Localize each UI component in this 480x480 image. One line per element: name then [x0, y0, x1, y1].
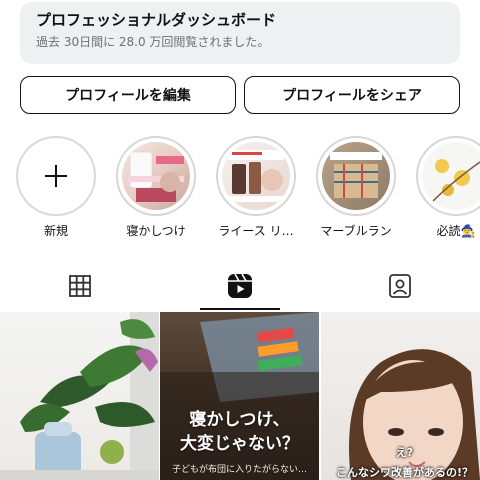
share-profile-button[interactable]: プロフィールをシェア [244, 76, 460, 114]
reel-title-line1: 寝かしつけ、 [189, 410, 290, 430]
tab-reels[interactable] [160, 262, 320, 310]
edit-profile-button[interactable]: プロフィールを編集 [20, 76, 236, 114]
highlight-must-read[interactable]: 必読🧙‍♀️ [416, 136, 480, 239]
reel-thumbnail[interactable]: え? こんなシワ改善があるの!？ [321, 312, 480, 480]
highlight-label: 新規 [43, 224, 68, 238]
highlight-rice-ri[interactable]: ライース リ… [216, 136, 296, 239]
dashboard-title: プロフェッショナルダッシュボード [36, 11, 277, 29]
tagged-person-icon [389, 274, 411, 298]
tab-tagged[interactable] [320, 262, 480, 310]
reel-thumbnail[interactable]: 寝かしつけ、 大変じゃない？ 子どもが布団に入りたがらない… [160, 312, 319, 480]
reel-title-line2: 大変じゃない？ [180, 434, 299, 454]
dashboard-subtitle: 過去 30日間に 28.0 万回閲覧されました。 [36, 35, 270, 49]
highlight-netsukeshitsuke[interactable]: 寝かしつけ [116, 136, 196, 239]
reel-overlay-top: え? [395, 446, 414, 459]
posts-grid: 寝かしつけ、 大変じゃない？ 子どもが布団に入りたがらない… え? こんなシワ改… [0, 312, 480, 480]
highlight-cover-image [222, 142, 290, 210]
highlight-label: 必読🧙‍♀️ [436, 224, 476, 238]
highlight-cover-image [322, 142, 390, 210]
highlight-new[interactable]: 新規 [16, 136, 96, 239]
grid-icon [69, 275, 91, 297]
highlight-marble-run[interactable]: マーブルラン [316, 136, 396, 239]
active-tab-indicator [200, 308, 280, 310]
highlight-label: マーブルラン [320, 224, 392, 238]
plus-icon [45, 165, 67, 187]
highlight-label: 寝かしつけ [126, 224, 186, 238]
reel-caption: 子どもが布団に入りたがらない… [171, 465, 307, 475]
highlight-cover-image [122, 142, 190, 210]
profile-tabs [0, 262, 480, 310]
highlight-label: ライース リ… [218, 224, 294, 238]
highlight-cover-image [422, 142, 480, 210]
professional-dashboard-card[interactable]: プロフェッショナルダッシュボード 過去 30日間に 28.0 万回閲覧されました… [20, 2, 460, 64]
post-thumbnail[interactable] [0, 312, 159, 480]
tab-grid[interactable] [0, 262, 160, 310]
reel-overlay-bottom: こんなシワ改善があるの!？ [335, 466, 474, 479]
reels-icon [228, 273, 252, 298]
